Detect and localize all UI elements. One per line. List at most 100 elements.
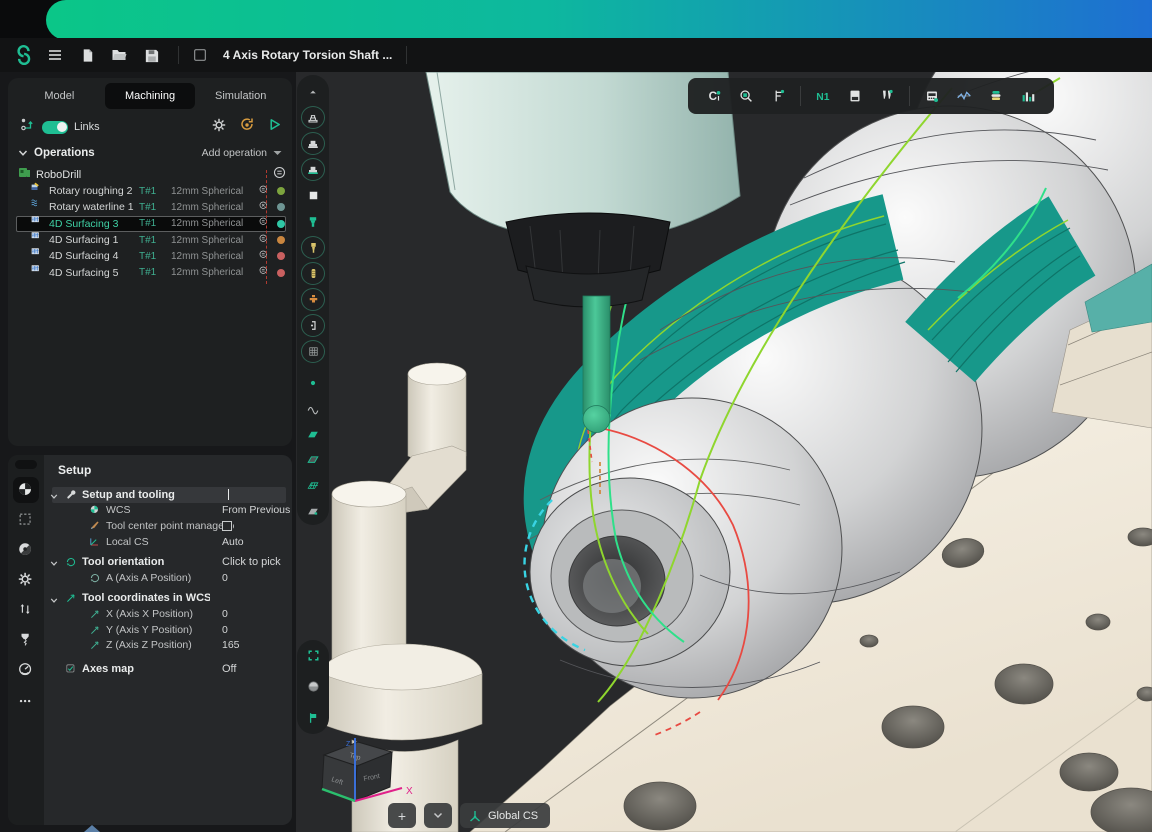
graph-analysis-icon[interactable] [951, 83, 977, 109]
toolpath-dot-icon[interactable] [300, 371, 326, 396]
new-file-icon[interactable] [74, 43, 100, 67]
operation-row[interactable]: 4D Surfacing 5T#112mm Spherical [16, 264, 286, 280]
property-value[interactable]: Auto [222, 536, 244, 548]
gear-icon[interactable] [13, 567, 39, 593]
wcs-target-icon[interactable] [13, 477, 39, 503]
statistics-bars-icon[interactable] [1015, 83, 1041, 109]
mesh-icon[interactable] [301, 340, 325, 363]
chevron-down-icon[interactable] [50, 558, 58, 570]
property-value[interactable]: Off [222, 663, 236, 675]
rotatea-icon [88, 572, 102, 584]
operation-tool-number: T#1 [139, 202, 171, 213]
property-row[interactable]: X (Axis X Position)0 [44, 606, 292, 622]
tab-simulation[interactable]: Simulation [195, 83, 286, 109]
dependency-line [266, 170, 267, 284]
tool-library-icon[interactable] [874, 83, 900, 109]
property-row[interactable]: Tool center point managemen [44, 518, 292, 534]
chevron-down-icon[interactable] [18, 144, 28, 162]
save-icon[interactable] [138, 43, 164, 67]
surface-edges-icon[interactable] [300, 448, 326, 473]
coords-icon [64, 592, 78, 604]
view-sphere-icon[interactable] [300, 674, 326, 700]
fit-view-icon[interactable] [300, 643, 326, 669]
property-row[interactable]: Tool coordinates in WCS [44, 591, 292, 607]
measure-caliper-icon[interactable] [765, 83, 791, 109]
machine-wire-icon[interactable] [301, 106, 325, 129]
nc-program-n1-icon[interactable]: N1 [810, 83, 836, 109]
machine-solid-icon[interactable] [301, 132, 325, 155]
disc-icon[interactable] [13, 537, 39, 563]
bracket-icon[interactable] [301, 314, 325, 337]
viewport-3d[interactable]: Top Left Front Z X [296, 72, 1152, 832]
selection-box-icon[interactable] [13, 507, 39, 533]
settings-gear-icon[interactable] [211, 117, 227, 138]
tool-holder-icon[interactable] [301, 236, 325, 259]
tab-machining[interactable]: Machining [105, 83, 196, 109]
surface-corner-icon[interactable] [300, 500, 326, 525]
property-value[interactable]: 165 [222, 639, 240, 651]
operation-row[interactable]: 4D Surfacing 4T#112mm Spherical [16, 248, 286, 264]
property-row[interactable]: Y (Axis Y Position)0 [44, 622, 292, 638]
property-value[interactable]: 0 [222, 624, 228, 636]
open-folder-icon[interactable] [106, 43, 132, 67]
collapse-up-icon[interactable] [300, 80, 326, 105]
operation-status-dot [277, 252, 285, 260]
property-row[interactable]: Setup and tooling [52, 487, 286, 503]
property-row[interactable]: Z (Axis Z Position)165 [44, 637, 292, 653]
document-tab-icon[interactable] [187, 43, 213, 67]
part-tool-icon[interactable] [300, 209, 326, 234]
collet-icon[interactable] [301, 262, 325, 285]
fixture-clamp-icon[interactable] [301, 288, 325, 311]
material-layers-icon[interactable] [983, 83, 1009, 109]
more-ellipsis-icon[interactable] [13, 689, 39, 715]
control-panel-icon[interactable] [919, 83, 945, 109]
app-logo[interactable] [10, 43, 36, 67]
property-value[interactable]: 0 [222, 572, 228, 584]
chevron-down-icon[interactable] [50, 595, 58, 607]
property-row[interactable]: Axes mapOff [44, 661, 292, 677]
setup-sheet-icon[interactable] [842, 83, 868, 109]
drill-tool-icon[interactable] [13, 627, 39, 653]
property-row[interactable]: A (Axis A Position)0 [44, 570, 292, 586]
add-operation-button[interactable]: Add operation [202, 147, 282, 159]
operation-row[interactable]: 4D Surfacing 3T#112mm Spherical [16, 216, 286, 232]
global-cs-button[interactable]: Global CS [460, 803, 550, 828]
wcs-icon [88, 504, 102, 516]
operation-row[interactable]: Rotary waterline 1T#112mm Spherical [16, 199, 286, 215]
machine-head-c-icon[interactable]: C [701, 83, 727, 109]
stock-icon[interactable] [300, 184, 326, 209]
add-cs-button[interactable]: + [388, 803, 416, 828]
machine-node[interactable]: RoboDrill [16, 166, 286, 183]
property-row[interactable]: Local CSAuto [44, 534, 292, 550]
surface-grid-icon[interactable] [300, 474, 326, 499]
inspect-magnifier-icon[interactable] [733, 83, 759, 109]
operation-row[interactable]: Rotary roughing 2T#112mm Spherical [16, 183, 286, 199]
links-toggle[interactable] [42, 121, 68, 134]
tab-model[interactable]: Model [14, 83, 105, 109]
recalculate-icon[interactable] [239, 117, 255, 138]
machine-state-icon[interactable] [273, 166, 286, 184]
property-value[interactable]: Click to pick [222, 556, 281, 568]
toolpath-curve-icon[interactable] [300, 397, 326, 422]
chevron-down-icon[interactable] [50, 491, 58, 503]
property-value[interactable]: From Previous [222, 504, 290, 516]
property-row[interactable]: WCSFrom Previous [44, 503, 292, 519]
machine-active-icon[interactable] [301, 158, 325, 181]
orientation-flag-icon[interactable] [300, 705, 326, 731]
expand-cs-button[interactable] [424, 803, 452, 828]
reorder-icon[interactable] [13, 597, 39, 623]
operation-tool-number: T#1 [139, 218, 171, 229]
surface-filled-icon[interactable] [300, 422, 326, 447]
property-row[interactable]: Tool orientationClick to pick [44, 554, 292, 570]
operation-row[interactable]: 4D Surfacing 1T#112mm Spherical [16, 232, 286, 248]
property-value[interactable]: 0 [222, 608, 228, 620]
run-play-icon[interactable] [267, 117, 282, 137]
strip-handle[interactable] [15, 460, 37, 469]
checkbox[interactable] [222, 521, 232, 531]
operation-status-dot [277, 236, 285, 244]
setup-sidebar-strip [8, 455, 44, 825]
menu-icon[interactable] [42, 43, 68, 67]
gauge-icon[interactable] [13, 657, 39, 683]
cutting-tool[interactable] [583, 296, 610, 433]
document-title[interactable]: 4 Axis Rotary Torsion Shaft ... [223, 48, 392, 62]
